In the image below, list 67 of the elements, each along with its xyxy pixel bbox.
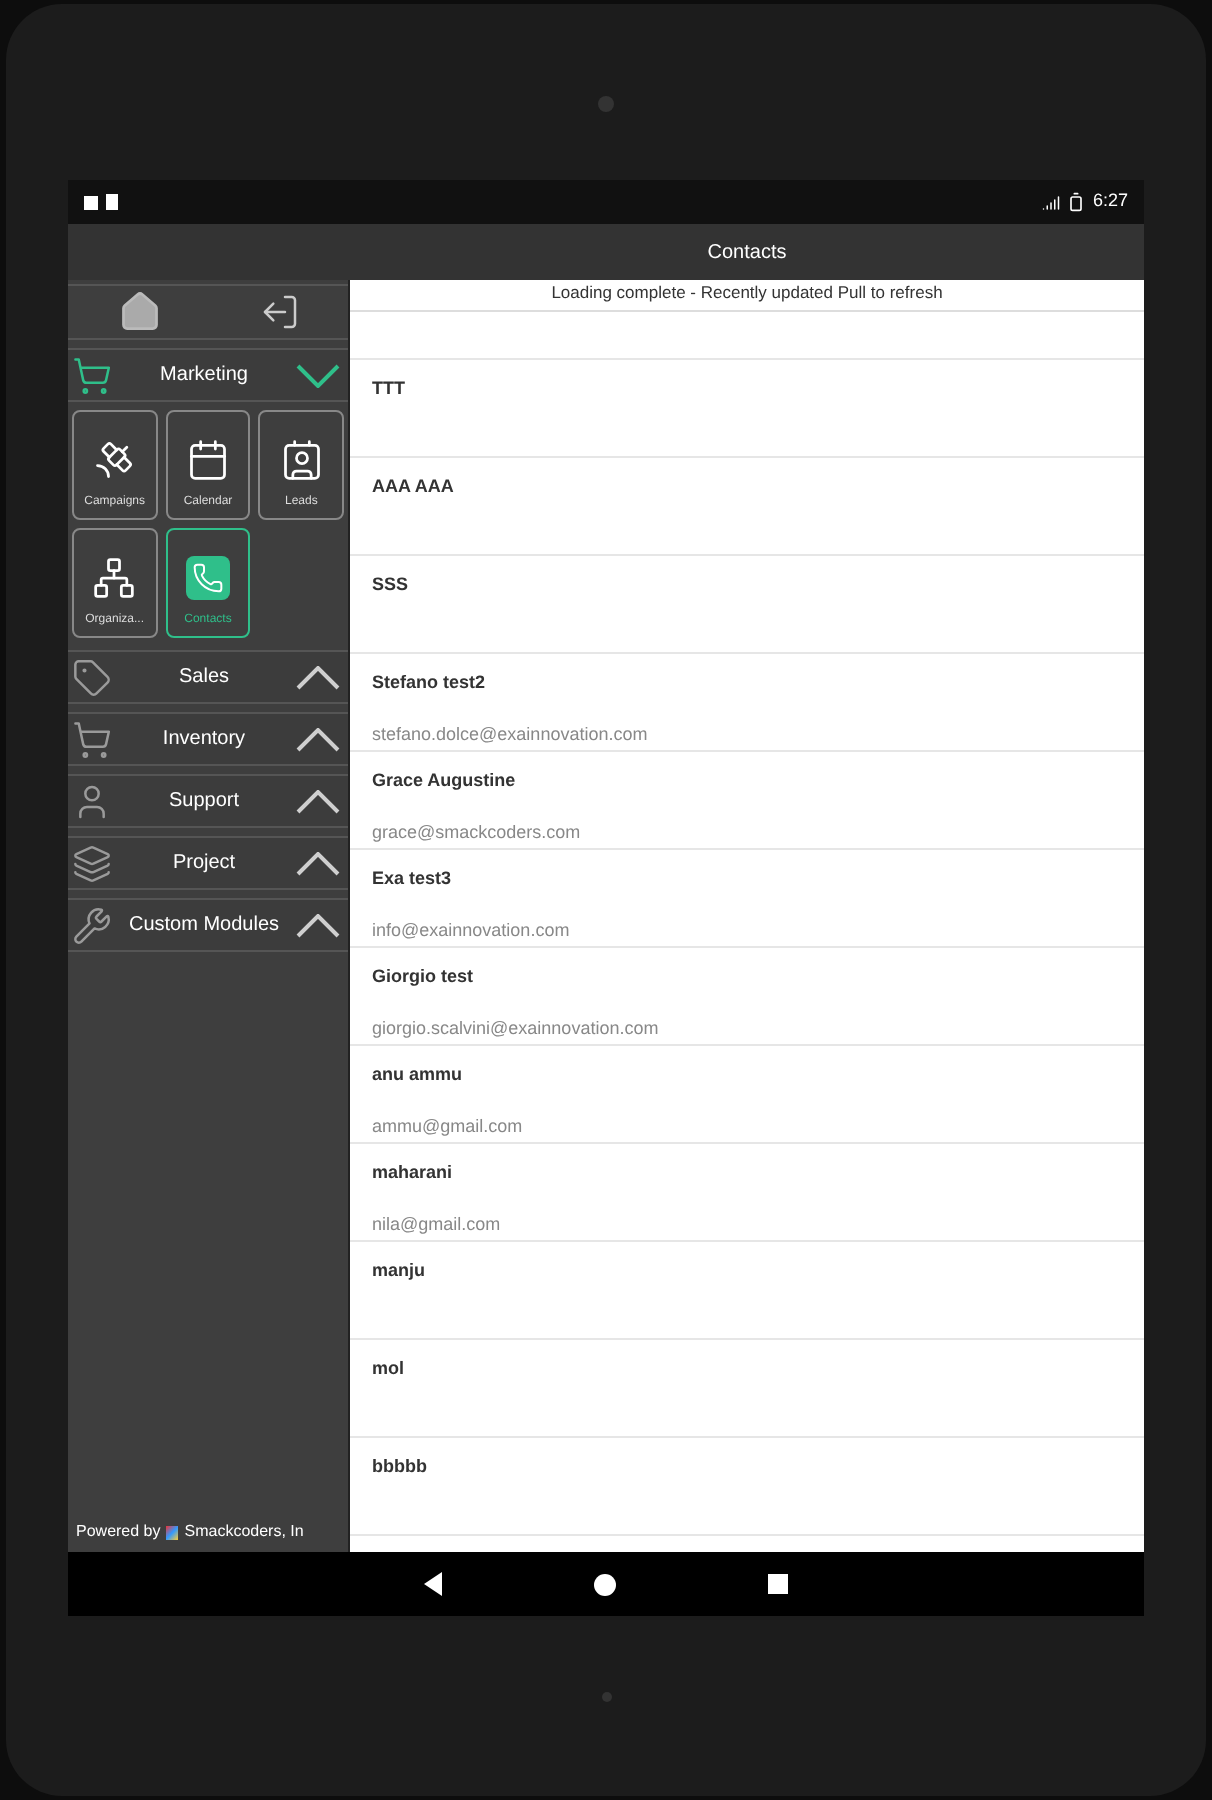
contact-name: manju [372, 1258, 428, 1284]
chevron-up-icon [296, 727, 340, 751]
battery-icon [1066, 192, 1087, 212]
contact-email: nila@gmail.com [372, 1211, 503, 1238]
contact-email: giorgio.scalvini@exainnovation.com [372, 1015, 661, 1042]
contact-row[interactable]: Stefano test2 stefano.dolce@exainnovation.com [350, 654, 1144, 752]
contact-name: maharani [372, 1160, 455, 1186]
contact-row[interactable]: AAA AAA [350, 458, 1144, 556]
contact-row[interactable]: SSS [350, 556, 1144, 654]
app-title: Contacts [705, 239, 789, 267]
clock-time: 6:27 [1092, 188, 1128, 215]
contact-row[interactable]: Giorgio test giorgio.scalvini@exainnovation.com [350, 948, 1144, 1046]
calendar-icon [185, 438, 230, 482]
footer-text: Powered by [76, 1520, 161, 1544]
contact-card-icon [279, 438, 324, 482]
phone-icon [185, 556, 230, 600]
chevron-up-icon [296, 665, 340, 689]
satellite-icon [92, 438, 137, 482]
menu-section-header[interactable]: Support [68, 774, 348, 828]
footer-brand: Smackcoders, In [184, 1520, 304, 1544]
contact-name: TTT [372, 376, 407, 402]
contact-name: Stefano test2 [372, 670, 488, 696]
back-icon[interactable] [424, 1572, 442, 1596]
contact-row[interactable]: bbbbb [350, 1438, 1144, 1536]
contact-name: SSS [372, 572, 411, 598]
notification-icon [84, 195, 98, 209]
contact-name: Giorgio test [372, 964, 476, 990]
contact-row[interactable]: manju [350, 1242, 1144, 1340]
menu-section-header[interactable]: Marketing [68, 348, 348, 402]
contact-name: AAA AAA [372, 474, 456, 500]
front-camera [598, 96, 614, 112]
contact-email: ammu@gmail.com [372, 1113, 525, 1140]
tag-icon [72, 657, 112, 697]
chevron-up-icon [296, 789, 340, 813]
contact-row[interactable]: anu ammu ammu@gmail.com [350, 1046, 1144, 1144]
logout-icon[interactable] [259, 292, 299, 332]
contact-name: bbbbb [372, 1454, 429, 1480]
contact-email: info@exainnovation.com [372, 917, 572, 943]
menu-section-header[interactable]: Project [68, 836, 348, 890]
refresh-notice: Loading complete - Recently updated Pull to refresh [350, 280, 1144, 312]
brand-logo-icon [166, 1525, 179, 1539]
contact-row[interactable]: Grace Augustine grace@smackcoders.com [350, 752, 1144, 850]
contact-name: mol [372, 1356, 407, 1382]
chevron-up-icon [296, 851, 340, 875]
trolley-icon [72, 719, 112, 759]
chevron-up-icon [296, 913, 340, 937]
contact-email: stefano.dolce@exainnovation.com [372, 721, 650, 747]
contact-name: Exa test3 [372, 866, 454, 892]
cart-icon [72, 355, 112, 395]
contact-row[interactable]: TTT [350, 360, 1144, 458]
contact-name: Grace Augustine [372, 768, 518, 794]
contact-row[interactable]: maharani nila@gmail.com [350, 1144, 1144, 1242]
sd-card-icon [106, 194, 118, 210]
signal-icon [1042, 193, 1061, 211]
contact-row[interactable]: mol [350, 1340, 1144, 1438]
menu-section-header[interactable]: Inventory [68, 712, 348, 766]
contact-email: grace@smackcoders.com [372, 819, 583, 846]
wrench-icon [72, 905, 112, 945]
layers-icon [72, 843, 112, 883]
chevron-down-icon [296, 363, 340, 387]
home-icon[interactable] [117, 290, 161, 334]
contact-row[interactable]: Exa test3 info@exainnovation.com [350, 850, 1144, 948]
org-chart-icon [92, 556, 137, 600]
menu-section-header[interactable]: Sales [68, 650, 348, 704]
home-button-icon[interactable] [594, 1573, 616, 1595]
contact-name: anu ammu [372, 1062, 465, 1088]
menu-section-header[interactable]: Custom Modules [68, 898, 348, 952]
